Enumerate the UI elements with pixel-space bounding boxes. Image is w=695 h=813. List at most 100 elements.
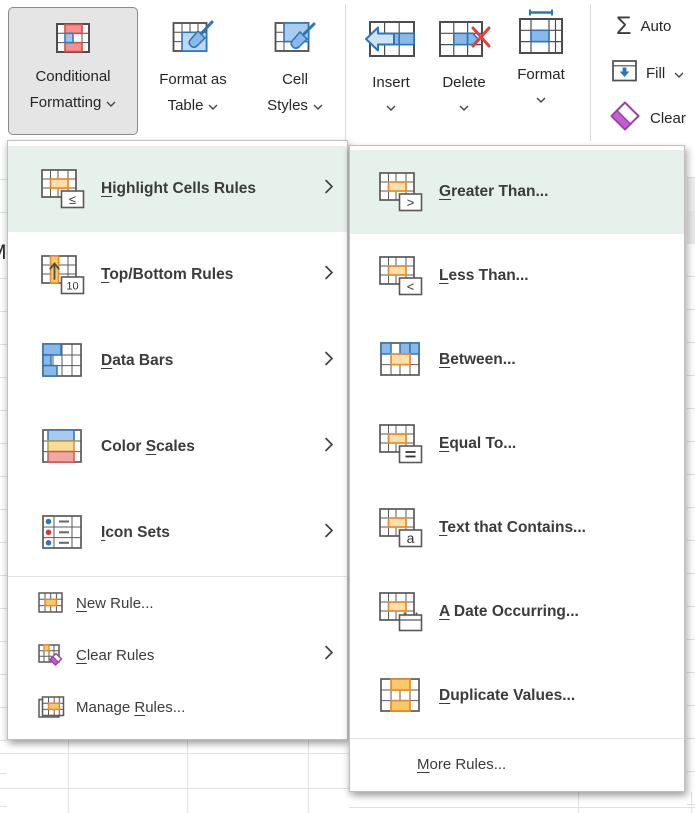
conditional-formatting-label-line2: Formatting [30, 90, 102, 116]
fill-label: Fill [646, 65, 665, 82]
fill-button[interactable]: Fill [612, 60, 684, 87]
submenu-item-less-than[interactable]: < Less Than... [350, 234, 684, 318]
svg-text:10: 10 [66, 281, 78, 293]
chevron-right-icon [324, 523, 334, 544]
worksheet-gridline [691, 792, 692, 813]
format-as-table-label-line2: Table [168, 93, 204, 119]
insert-cells-icon [365, 15, 417, 66]
icon-sets-icon [41, 513, 85, 553]
format-as-table-label-line1: Format as [159, 71, 227, 88]
conditional-formatting-menu: ≤ Highlight Cells Rules 10 [7, 140, 348, 740]
cell-styles-button[interactable]: Cell Styles [246, 7, 344, 135]
menu-item-clear-rules[interactable]: Clear Rules [8, 629, 347, 681]
menu-item-color-scales[interactable]: Color Scales [8, 404, 347, 490]
worksheet-shaded-cell [687, 211, 695, 244]
accelerator-letter: A [439, 603, 450, 620]
accelerator-letter: C [76, 647, 87, 664]
worksheet-partial-cell-text: M [0, 241, 7, 265]
clear-button[interactable]: Clear [609, 100, 686, 137]
delete-cells-icon [437, 15, 491, 66]
accelerator-letter: E [439, 435, 449, 452]
data-bars-icon [41, 341, 85, 381]
format-cells-button[interactable]: Format [506, 9, 576, 108]
accelerator-letter: H [101, 180, 112, 197]
accelerator-letter: D [101, 352, 112, 369]
menu-item-top-bottom-rules[interactable]: 10 Top/Bottom Rules [8, 232, 347, 318]
submenu-item-label: ext that Contains... [447, 519, 586, 536]
worksheet-gridline [0, 788, 349, 789]
chevron-down-icon [674, 65, 684, 83]
highlight-cells-rules-icon: ≤ [41, 169, 85, 209]
sigma-autosum-icon: Σ [616, 13, 631, 39]
new-rule-icon [38, 592, 65, 614]
menu-item-highlight-cells-rules[interactable]: ≤ Highlight Cells Rules [8, 146, 347, 232]
cell-styles-icon [274, 19, 316, 62]
conditional-formatting-button[interactable]: Conditional Formatting [8, 7, 138, 135]
submenu-item-label: ess Than... [448, 267, 528, 284]
autosum-button[interactable]: Σ Auto [616, 13, 671, 39]
submenu-item-label: ore Rules... [430, 756, 507, 773]
chevron-right-icon [324, 265, 334, 286]
ribbon-group-divider [345, 4, 346, 141]
svg-text:<: < [407, 279, 415, 294]
cell-styles-label-line1: Cell [282, 71, 308, 88]
submenu-item-text-that-contains[interactable]: a Text that Contains... [350, 486, 684, 570]
submenu-item-label: reater Than... [451, 183, 548, 200]
between-icon [379, 340, 423, 380]
a-date-occurring-icon [379, 592, 423, 632]
menu-item-icon-sets[interactable]: Icon Sets [8, 490, 347, 576]
submenu-item-label: uplicate Values... [450, 687, 575, 704]
worksheet-shaded-cell [687, 178, 695, 211]
menu-item-label: ew Rule... [87, 595, 154, 612]
submenu-item-duplicate-values[interactable]: Duplicate Values... [350, 654, 684, 738]
fill-down-icon [612, 60, 637, 87]
chevron-down-icon [459, 98, 469, 116]
highlight-cells-rules-submenu: > Greater Than... < Less Than.. [349, 145, 685, 792]
chevron-down-icon [106, 94, 116, 112]
chevron-right-icon [324, 645, 334, 666]
svg-text:a: a [407, 530, 415, 546]
submenu-item-more-rules[interactable]: More Rules... [350, 739, 684, 789]
accelerator-letter: D [439, 687, 450, 704]
submenu-item-greater-than[interactable]: > Greater Than... [350, 150, 684, 234]
delete-cells-button[interactable]: Delete [430, 15, 498, 116]
greater-than-icon: > [379, 172, 423, 212]
menu-item-label: ighlight Cells Rules [112, 180, 256, 197]
color-scales-icon [41, 427, 85, 467]
insert-cells-button[interactable]: Insert [360, 15, 422, 116]
menu-item-new-rule[interactable]: New Rule... [8, 577, 347, 629]
chevron-right-icon [324, 351, 334, 372]
autosum-label: Auto [640, 18, 671, 35]
chevron-down-icon [536, 90, 546, 108]
accelerator-letter: N [76, 595, 87, 612]
top-bottom-rules-icon: 10 [41, 255, 85, 295]
worksheet-gridline [68, 740, 69, 813]
worksheet-gridline [187, 740, 188, 813]
less-than-icon: < [379, 256, 423, 296]
chevron-down-icon [313, 97, 323, 115]
menu-item-label-pre: Color [101, 438, 146, 455]
conditional-formatting-label-line1: Conditional [35, 68, 110, 85]
submenu-item-equal-to[interactable]: Equal To... [350, 402, 684, 486]
manage-rules-icon [38, 696, 65, 718]
menu-item-label: ules... [145, 699, 185, 716]
excel-window: M [0, 0, 695, 813]
cell-styles-label-line2: Styles [267, 93, 308, 119]
chevron-down-icon [208, 97, 218, 115]
format-cells-icon [517, 9, 565, 62]
chevron-down-icon [386, 98, 396, 116]
submenu-item-between[interactable]: Between... [350, 318, 684, 402]
worksheet-gridline [0, 753, 349, 754]
equal-to-icon [379, 424, 423, 464]
chevron-right-icon [324, 179, 334, 200]
menu-item-data-bars[interactable]: Data Bars [8, 318, 347, 404]
menu-item-label-pre: Manage [76, 699, 134, 716]
submenu-item-a-date-occurring[interactable]: A Date Occurring... [350, 570, 684, 654]
menu-item-label: cales [156, 438, 195, 455]
conditional-formatting-icon [55, 22, 91, 59]
menu-item-label: con Sets [105, 524, 170, 541]
menu-item-label: ata Bars [112, 352, 173, 369]
menu-item-manage-rules[interactable]: Manage Rules... [8, 681, 347, 733]
text-that-contains-icon: a [379, 508, 423, 548]
format-as-table-button[interactable]: Format as Table [140, 7, 246, 135]
